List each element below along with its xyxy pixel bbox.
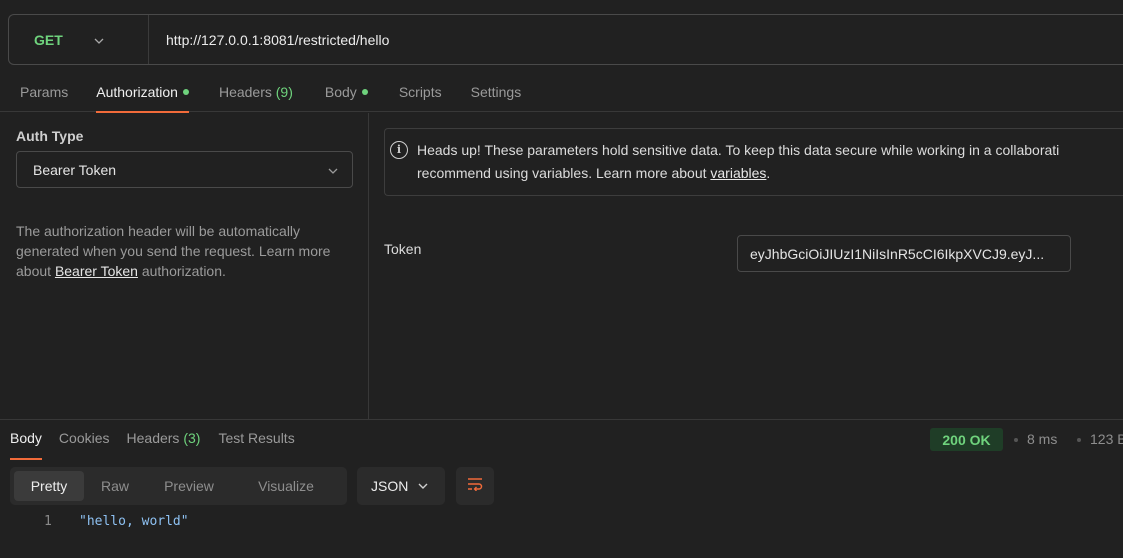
method-select[interactable]: GET bbox=[9, 15, 149, 64]
variables-link[interactable]: variables bbox=[710, 165, 766, 181]
request-tabs: Params Authorization Headers (9) Body Sc… bbox=[0, 78, 1123, 113]
response-size[interactable]: 123 B bbox=[1090, 431, 1123, 447]
response-time[interactable]: 8 ms bbox=[1027, 431, 1057, 447]
modified-dot-icon bbox=[182, 89, 189, 96]
tab-label: Authorization bbox=[96, 84, 178, 100]
response-divider bbox=[0, 419, 1123, 420]
method-label: GET bbox=[34, 31, 63, 48]
tab-settings[interactable]: Settings bbox=[471, 78, 522, 112]
format-value: JSON bbox=[371, 478, 409, 494]
token-label: Token bbox=[384, 241, 422, 257]
auth-type-panel: Auth Type Bearer Token The authorization… bbox=[0, 113, 369, 419]
notice-text-line2: recommend using variables. Learn more ab… bbox=[417, 165, 770, 181]
postman-window: GET http://127.0.0.1:8081/restricted/hel… bbox=[0, 0, 1123, 558]
auth-description: The authorization header will be automat… bbox=[16, 221, 346, 281]
tab-scripts[interactable]: Scripts bbox=[399, 78, 442, 112]
notice-text-line1: Heads up! These parameters hold sensitiv… bbox=[417, 142, 1060, 158]
wrap-lines-button[interactable] bbox=[456, 467, 494, 505]
modified-dot-icon bbox=[361, 89, 368, 96]
notice-text-end: . bbox=[766, 165, 771, 181]
view-pretty-button[interactable]: Pretty bbox=[14, 471, 84, 501]
tab-cookies[interactable]: Cookies bbox=[59, 430, 110, 458]
tab-response-headers[interactable]: Headers (3) bbox=[127, 430, 201, 458]
line-number: 1 bbox=[44, 514, 52, 529]
tab-response-body[interactable]: Body bbox=[10, 430, 42, 460]
chevron-down-icon bbox=[94, 33, 104, 47]
url-input[interactable]: http://127.0.0.1:8081/restricted/hello bbox=[166, 32, 389, 48]
tab-label: Body bbox=[10, 430, 42, 446]
tab-headers[interactable]: Headers (9) bbox=[219, 78, 293, 112]
tab-test-results[interactable]: Test Results bbox=[218, 430, 294, 458]
tab-body[interactable]: Body bbox=[325, 78, 368, 112]
tab-label: Body bbox=[324, 84, 357, 100]
response-tabs: Body Cookies Headers (3) Test Results bbox=[0, 430, 295, 460]
tab-label: Params bbox=[20, 84, 69, 100]
request-url-bar: GET http://127.0.0.1:8081/restricted/hel… bbox=[8, 14, 1123, 65]
notice-text: recommend using variables. Learn more ab… bbox=[417, 165, 711, 181]
chevron-down-icon bbox=[418, 480, 428, 492]
auth-type-title: Auth Type bbox=[16, 128, 84, 144]
tab-label: Settings bbox=[470, 84, 522, 100]
tab-authorization[interactable]: Authorization bbox=[96, 78, 189, 113]
format-select[interactable]: JSON bbox=[357, 467, 445, 505]
view-visualize-button[interactable]: Visualize bbox=[232, 471, 340, 501]
tab-label: Cookies bbox=[58, 430, 110, 446]
token-value: eyJhbGciOiJIUzI1NiIsInR5cCI6IkpXVCJ9.eyJ… bbox=[750, 245, 1045, 262]
auth-type-value: Bearer Token bbox=[33, 161, 117, 178]
bearer-token-link[interactable]: Bearer Token bbox=[55, 263, 138, 279]
response-headers-count: (3) bbox=[183, 430, 201, 446]
tab-label: Headers bbox=[126, 430, 180, 446]
token-input[interactable]: eyJhbGciOiJIUzI1NiIsInR5cCI6IkpXVCJ9.eyJ… bbox=[737, 235, 1071, 272]
response-code-line[interactable]: "hello, world" bbox=[79, 514, 189, 529]
tab-label: Scripts bbox=[398, 84, 442, 100]
tab-label: Headers bbox=[218, 84, 272, 100]
view-mode-group: Pretty Raw Preview Visualize bbox=[10, 467, 347, 505]
auth-type-select[interactable]: Bearer Token bbox=[16, 151, 353, 188]
status-badge[interactable]: 200 OK bbox=[930, 428, 1003, 451]
separator-dot bbox=[1014, 438, 1018, 442]
tab-params[interactable]: Params bbox=[20, 78, 68, 112]
tab-label: Test Results bbox=[218, 430, 295, 446]
separator-dot bbox=[1077, 438, 1081, 442]
view-raw-button[interactable]: Raw bbox=[84, 471, 146, 501]
sensitive-data-notice: i Heads up! These parameters hold sensit… bbox=[384, 128, 1123, 196]
headers-count: (9) bbox=[275, 84, 293, 100]
auth-description-text-end: authorization. bbox=[137, 263, 226, 279]
chevron-down-icon bbox=[328, 163, 338, 177]
info-icon: i bbox=[390, 141, 408, 159]
wrap-lines-icon bbox=[467, 477, 483, 496]
view-preview-button[interactable]: Preview bbox=[146, 471, 232, 501]
